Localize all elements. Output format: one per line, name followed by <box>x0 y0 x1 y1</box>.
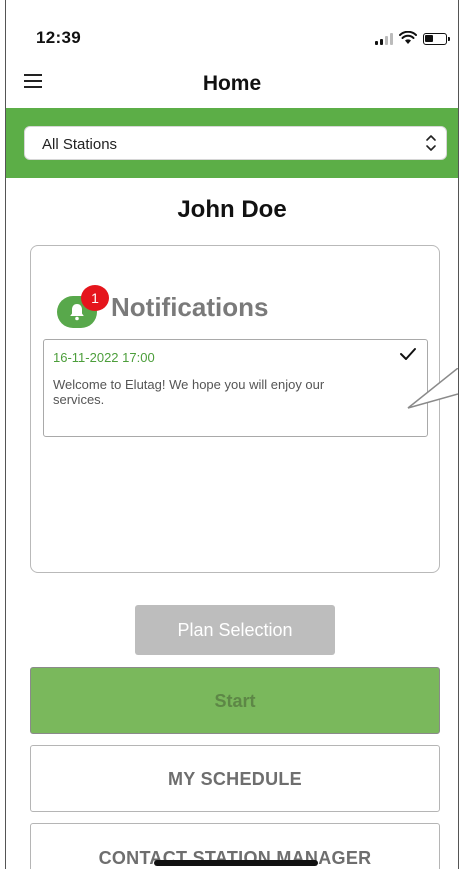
notifications-card: 1 Notifications 16-11-2022 17:00 Welcome… <box>30 245 440 573</box>
battery-icon <box>423 33 450 45</box>
station-selector-bar: All Stations <box>6 108 458 178</box>
my-schedule-button[interactable]: MY SCHEDULE <box>30 745 440 812</box>
notification-count-badge: 1 <box>81 285 109 311</box>
chevron-up-down-icon <box>426 135 436 151</box>
station-select[interactable]: All Stations <box>24 126 447 160</box>
status-icons <box>375 29 450 45</box>
status-time: 12:39 <box>36 28 81 47</box>
callout-pointer <box>407 368 458 409</box>
start-button[interactable]: Start <box>30 667 440 734</box>
notifications-heading: Notifications <box>111 292 269 322</box>
check-icon[interactable] <box>398 344 418 364</box>
signal-icon <box>375 33 393 45</box>
notification-item[interactable]: 16-11-2022 17:00 Welcome to Elutag! We h… <box>43 339 428 437</box>
station-select-value: All Stations <box>42 136 118 153</box>
wifi-icon <box>399 31 417 44</box>
notification-message: Welcome to Elutag! We hope you will enjo… <box>53 377 325 407</box>
home-indicator <box>154 860 318 866</box>
user-name: John Doe <box>177 196 287 223</box>
app-header: Home <box>6 60 458 108</box>
notification-date: 16-11-2022 17:00 <box>53 350 155 365</box>
page-title: Home <box>202 72 262 95</box>
plan-selection-button[interactable]: Plan Selection <box>135 605 335 655</box>
